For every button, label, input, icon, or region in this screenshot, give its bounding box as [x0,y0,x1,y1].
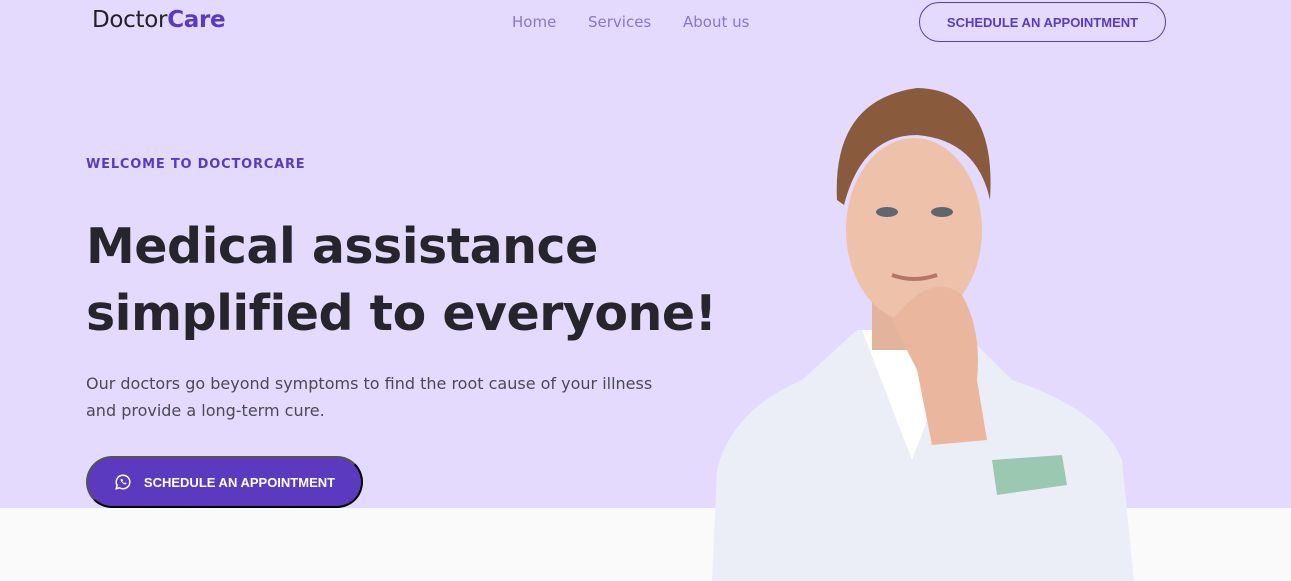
description-line-1: Our doctors go beyond symptoms to find t… [86,374,653,393]
hero-title: Medical assistance simplified to everyone… [86,213,726,347]
logo-accent: Care [167,7,226,33]
title-line-1: Medical assistance [86,218,598,275]
hero-description: Our doctors go beyond symptoms to find t… [86,370,706,424]
header-schedule-button[interactable]: SCHEDULE AN APPOINTMENT [919,2,1166,42]
hero-cta-label: SCHEDULE AN APPOINTMENT [143,474,336,490]
logo[interactable]: DoctorCare [92,7,226,33]
logo-text: Doctor [92,7,168,33]
whatsapp-icon [115,474,131,490]
description-line-2: and provide a long-term cure. [86,401,325,420]
hero-kicker: WELCOME TO DOCTORCARE [86,157,306,172]
nav-services[interactable]: Services [588,13,651,31]
doctor-photo [712,88,1134,581]
hero-schedule-button[interactable]: SCHEDULE AN APPOINTMENT [86,456,363,508]
nav-about-us[interactable]: About us [683,13,749,31]
nav-home[interactable]: Home [512,13,556,31]
title-line-2: simplified to everyone! [86,285,717,342]
